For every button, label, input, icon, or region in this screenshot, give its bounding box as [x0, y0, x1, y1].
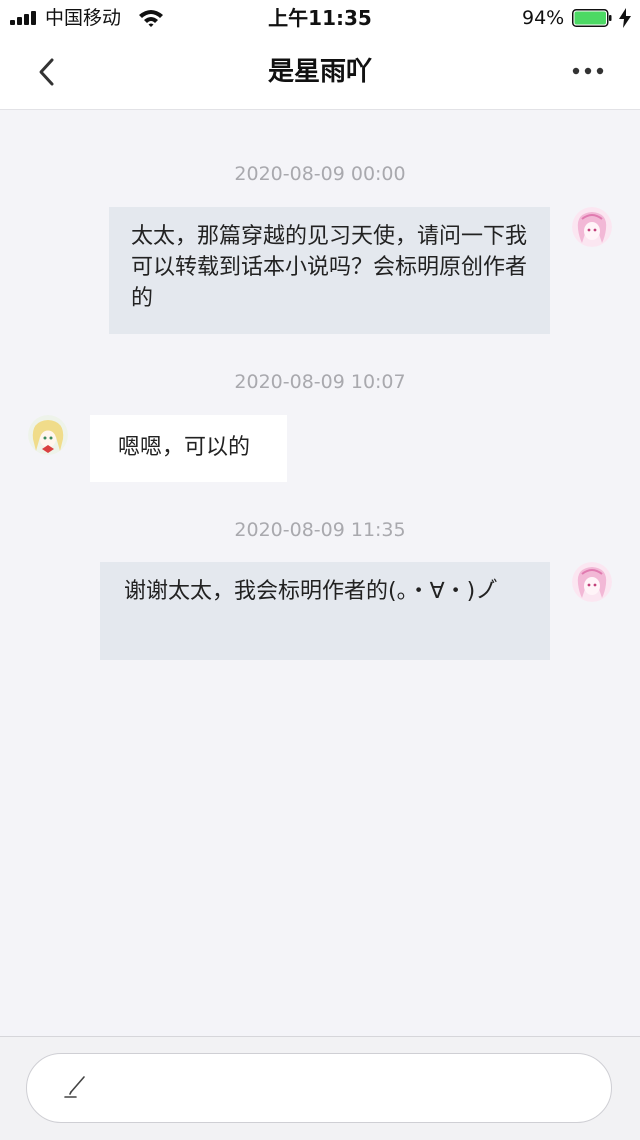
sent-message-bubble[interactable]: 谢谢太太，我会标明作者的(。・∀・)ノ゙ — [100, 562, 550, 660]
chevron-left-icon[interactable] — [30, 54, 66, 90]
message-timestamp: 2020-08-09 11:35 — [234, 519, 406, 541]
battery-icon — [572, 9, 612, 27]
message-timestamp: 2020-08-09 00:00 — [234, 163, 406, 185]
chat-title: 是星雨吖 — [267, 57, 372, 87]
own-avatar[interactable] — [572, 207, 612, 247]
contact-avatar[interactable] — [28, 415, 68, 455]
input-bar — [0, 1036, 640, 1140]
message-input[interactable] — [26, 1053, 612, 1123]
charging-bolt-icon — [619, 8, 631, 28]
pencil-icon — [64, 1076, 85, 1098]
nav-bar: 是星雨吖 — [0, 36, 640, 110]
more-dots-icon[interactable] — [568, 56, 608, 86]
battery-percent: 94% — [522, 7, 565, 29]
sent-message-bubble[interactable]: 太太，那篇穿越的见习天使，请问一下我可以转载到话本小说吗？会标明原创作者的 — [109, 207, 550, 334]
status-bar: 中国移动 上午11:35 94% — [0, 0, 640, 36]
chat-area[interactable]: 2020-08-09 00:00 太太，那篇穿越的见习天使，请问一下我可以转载到… — [0, 110, 640, 1036]
own-avatar[interactable] — [572, 562, 612, 602]
message-timestamp: 2020-08-09 10:07 — [234, 371, 406, 393]
received-message-bubble[interactable]: 嗯嗯，可以的 — [90, 415, 287, 482]
